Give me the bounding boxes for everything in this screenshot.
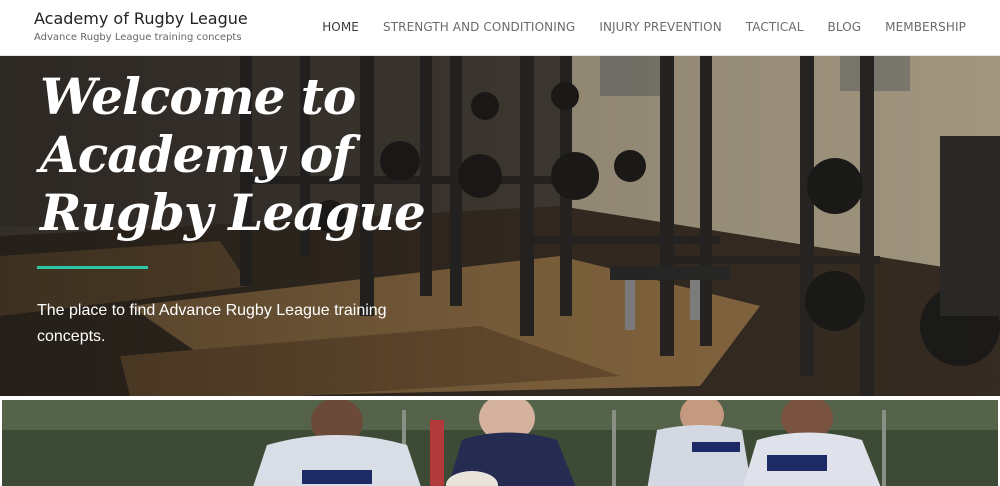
hero-subtitle: The place to find Advance Rugby League t… — [37, 302, 387, 345]
site-header: Academy of Rugby League Advance Rugby Le… — [0, 0, 1000, 56]
site-tagline: Advance Rugby League training concepts — [34, 32, 242, 43]
hero-divider — [37, 266, 148, 269]
nav-blog[interactable]: BLOG — [828, 20, 862, 34]
nav-strength-and-conditioning[interactable]: STRENGTH AND CONDITIONING — [383, 20, 575, 34]
main-nav: HOME STRENGTH AND CONDITIONING INJURY PR… — [322, 20, 966, 34]
hero-title: Welcome to Academy of Rugby League — [40, 67, 426, 242]
nav-home[interactable]: HOME — [322, 20, 359, 34]
players-image — [2, 400, 998, 486]
hero-section: Welcome to Academy of Rugby League The p… — [0, 56, 1000, 396]
site-title-link[interactable]: Academy of Rugby League — [34, 9, 248, 28]
nav-tactical[interactable]: TACTICAL — [746, 20, 804, 34]
nav-injury-prevention[interactable]: INJURY PREVENTION — [599, 20, 721, 34]
rugby-players-image — [2, 400, 998, 486]
nav-membership[interactable]: MEMBERSHIP — [885, 20, 966, 34]
players-banner — [0, 396, 1000, 486]
